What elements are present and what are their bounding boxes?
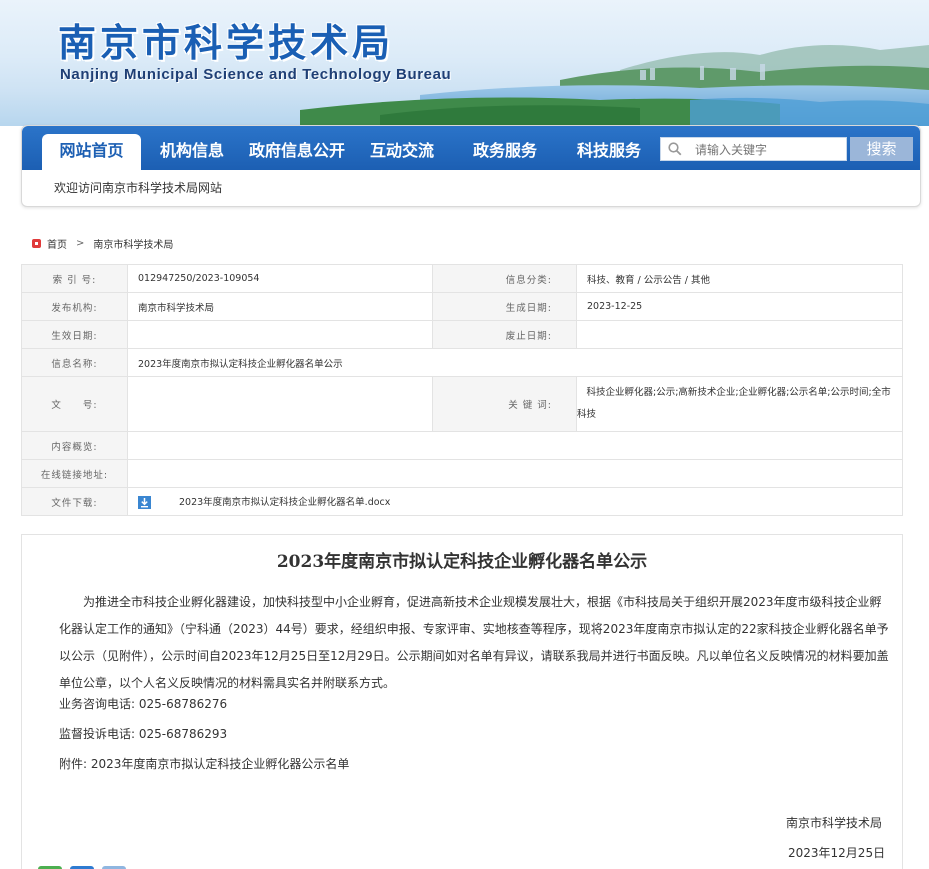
search-icon bbox=[668, 142, 682, 156]
summary-value bbox=[127, 431, 903, 460]
table-row: 发布机构: 南京市科学技术局 生成日期: 2023-12-25 bbox=[21, 292, 903, 321]
search-box bbox=[660, 137, 847, 161]
doc-number-label: 文 号: bbox=[21, 376, 128, 432]
nav-item-home[interactable]: 网站首页 bbox=[42, 134, 141, 170]
table-row: 文件下载: 2023年度南京市拟认定科技企业孵化器名单.docx bbox=[21, 487, 903, 516]
download-file-link[interactable]: 2023年度南京市拟认定科技企业孵化器名单.docx bbox=[179, 497, 390, 508]
breadcrumb-home-link[interactable]: 首页 bbox=[47, 236, 67, 251]
table-row: 内容概览: bbox=[21, 431, 903, 460]
search-button[interactable]: 搜索 bbox=[850, 137, 913, 161]
article-panel: 2023年度南京市拟认定科技企业孵化器名单公示 为推进全市科技企业孵化器建设，加… bbox=[21, 534, 903, 869]
keywords-label: 关 键 词: bbox=[432, 376, 577, 432]
welcome-text: 欢迎访问南京市科学技术局网站 bbox=[54, 181, 223, 195]
table-row: 文 号: 关 键 词: 科技企业孵化器;公示;高新技术企业;企业孵化器;公示名单… bbox=[21, 376, 903, 432]
site-title: 南京市科学技术局 bbox=[58, 20, 395, 65]
download-cell: 2023年度南京市拟认定科技企业孵化器名单.docx bbox=[127, 487, 903, 516]
table-row: 索 引 号: 012947250/2023-109054 信息分类: 科技、教育… bbox=[21, 264, 903, 293]
consult-phone: 业务咨询电话: 025-68786276 bbox=[59, 697, 228, 711]
info-name-label: 信息名称: bbox=[21, 348, 128, 377]
attachment-link[interactable]: 附件: 2023年度南京市拟认定科技企业孵化器公示名单 bbox=[59, 755, 349, 772]
online-link-value bbox=[127, 459, 903, 488]
complaint-phone: 监督投诉电话: 025-68786293 bbox=[59, 727, 228, 741]
effective-date-value bbox=[127, 320, 433, 349]
expire-date-label: 废止日期: bbox=[432, 320, 577, 349]
index-label: 索 引 号: bbox=[21, 264, 128, 293]
article-title: 2023年度南京市拟认定科技企业孵化器名单公示 bbox=[276, 552, 648, 572]
signer: 南京市科学技术局 bbox=[786, 816, 883, 830]
keywords-value: 科技企业孵化器;公示;高新技术企业;企业孵化器;公示名单;公示时间;全市科技 bbox=[576, 376, 903, 432]
created-date-label: 生成日期: bbox=[432, 292, 577, 321]
site-banner: 南京市科学技术局 Nanjing Municipal Science and T… bbox=[0, 0, 929, 126]
nav-item-organization[interactable]: 机构信息 bbox=[157, 136, 227, 170]
category-value: 科技、教育 / 公示公告 / 其他 bbox=[576, 264, 903, 293]
main-nav: 网站首页 机构信息 政府信息公开 互动交流 政务服务 科技服务 搜索 bbox=[22, 126, 920, 170]
nav-item-interaction[interactable]: 互动交流 bbox=[364, 136, 440, 170]
info-metadata-table: 索 引 号: 012947250/2023-109054 信息分类: 科技、教育… bbox=[21, 264, 903, 516]
search-input[interactable] bbox=[695, 140, 843, 160]
article-paragraph: 为推进全市科技企业孵化器建设，加快科技型中小企业孵育，促进高新技术企业规模发展壮… bbox=[59, 595, 889, 690]
nav-panel: 网站首页 机构信息 政府信息公开 互动交流 政务服务 科技服务 搜索 欢迎访问南… bbox=[21, 125, 921, 207]
online-link-label: 在线链接地址: bbox=[21, 459, 128, 488]
doc-number-value bbox=[127, 376, 433, 432]
download-label: 文件下载: bbox=[21, 487, 128, 516]
nav-item-gov-services[interactable]: 政务服务 bbox=[468, 136, 542, 170]
home-icon bbox=[32, 239, 41, 248]
publisher-label: 发布机构: bbox=[21, 292, 128, 321]
category-label: 信息分类: bbox=[432, 264, 577, 293]
created-date-value: 2023-12-25 bbox=[576, 292, 903, 321]
expire-date-value bbox=[576, 320, 903, 349]
nav-item-tech-services[interactable]: 科技服务 bbox=[572, 136, 646, 170]
breadcrumb-separator: > bbox=[76, 238, 85, 249]
index-value: 012947250/2023-109054 bbox=[127, 264, 433, 293]
summary-label: 内容概览: bbox=[21, 431, 128, 460]
table-row: 生效日期: 废止日期: bbox=[21, 320, 903, 349]
download-icon[interactable] bbox=[138, 496, 151, 509]
nav-item-gov-info[interactable]: 政府信息公开 bbox=[244, 136, 350, 170]
breadcrumb: 首页 > 南京市科学技术局 bbox=[32, 236, 173, 251]
site-subtitle: Nanjing Municipal Science and Technology… bbox=[60, 66, 452, 83]
info-name-value: 2023年度南京市拟认定科技企业孵化器名单公示 bbox=[127, 348, 903, 377]
publisher-value: 南京市科学技术局 bbox=[127, 292, 433, 321]
effective-date-label: 生效日期: bbox=[21, 320, 128, 349]
table-row: 在线链接地址: bbox=[21, 459, 903, 488]
publish-date: 2023年12月25日 bbox=[788, 846, 886, 860]
breadcrumb-current[interactable]: 南京市科学技术局 bbox=[93, 236, 173, 251]
table-row: 信息名称: 2023年度南京市拟认定科技企业孵化器名单公示 bbox=[21, 348, 903, 377]
